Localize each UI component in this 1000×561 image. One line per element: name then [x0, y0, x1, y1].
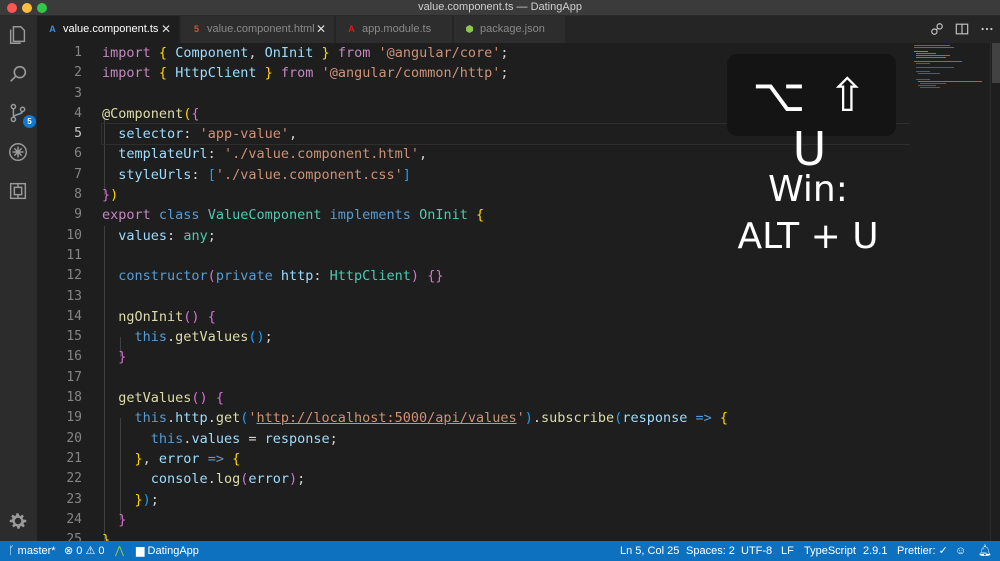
code-line: getValues() { [118, 390, 224, 407]
indentation-setting[interactable]: Spaces: 2 [686, 541, 735, 561]
code-line: ngOnInit() { [118, 308, 216, 325]
line-number: 16 [66, 349, 82, 365]
extensions-icon[interactable] [7, 180, 31, 204]
code-line: } [118, 349, 127, 366]
scrollbar-thumb[interactable] [992, 43, 1000, 83]
line-number: 9 [74, 207, 82, 223]
tab-value-component-html[interactable]: 5 value.component.html ✕ [181, 16, 335, 43]
error-count: 0 [76, 545, 83, 557]
typescript-version[interactable]: 2.9.1 [863, 541, 887, 561]
feedback-icon[interactable]: ☺ [955, 541, 966, 561]
source-control-icon[interactable]: 5 [7, 102, 36, 128]
tab-label: value.component.ts [63, 23, 159, 35]
shortcut-overlay: ⌥ ⇧ U [727, 54, 896, 176]
tab-label: app.module.ts [362, 23, 432, 35]
settings-gear-icon[interactable] [7, 510, 31, 534]
split-editor-icon[interactable] [955, 22, 969, 36]
line-number: 14 [66, 308, 82, 324]
folder-indicator[interactable]: ▆ DatingApp [136, 541, 199, 561]
line-number: 8 [74, 187, 82, 203]
line-number: 1 [74, 45, 82, 60]
line-number-gutter: 1 2 3 4 5 6 7 8 9 10 11 12 13 14 15 16 17 18 19 20 21 22 23 24 2… [37, 43, 87, 541]
html5-icon: 5 [193, 24, 199, 34]
code-line: console.log(error); [150, 471, 306, 488]
warning-count: 0 [98, 545, 105, 557]
debug-icon[interactable] [7, 141, 31, 165]
prettier-status[interactable]: Prettier: ✓ [897, 541, 948, 561]
window-title: value.component.ts — DatingApp [418, 1, 582, 13]
code-editor[interactable]: 1 2 3 4 5 6 7 8 9 10 11 12 13 14 15 16 17 18 19 20 21 22 23 24 2… [37, 43, 910, 541]
source-control-badge: 5 [23, 115, 36, 128]
tab-label: package.json [480, 23, 545, 35]
line-number: 11 [66, 247, 82, 263]
more-actions-icon[interactable] [980, 22, 994, 36]
activity-bar: 5 [0, 16, 37, 541]
tab-app-module-ts[interactable]: A app.module.ts [336, 16, 453, 43]
eol-setting[interactable]: LF [781, 541, 794, 561]
encoding-setting[interactable]: UTF-8 [741, 541, 772, 561]
line-number: 2 [74, 65, 82, 81]
editor-tab-bar: A value.component.ts ✕ 5 value.component… [37, 16, 1000, 43]
line-number: 15 [66, 329, 82, 345]
line-number: 5 [74, 126, 82, 142]
line-number: 18 [66, 390, 82, 406]
code-line: this.getValues(); [134, 329, 273, 346]
title-bar: value.component.ts — DatingApp [0, 0, 1000, 16]
line-number: 3 [74, 85, 82, 101]
code-line: constructor(private http: HttpClient) {} [118, 268, 444, 285]
code-line: }); [134, 491, 159, 508]
live-share-icon[interactable]: ⋀ [115, 541, 124, 561]
line-number: 24 [66, 511, 82, 527]
warning-icon: ⚠ [85, 545, 96, 557]
angular-icon: A [49, 24, 56, 34]
windows-shortcut-keys: ALT + U [737, 216, 879, 257]
error-icon: ⊗ [64, 545, 74, 557]
language-mode[interactable]: TypeScript [804, 541, 856, 561]
explorer-icon[interactable] [7, 24, 31, 48]
code-line: this.http.get('http://localhost:5000/api… [134, 410, 729, 427]
windows-shortcut-label: Win: [768, 169, 848, 210]
code-line: } [102, 532, 111, 541]
line-number: 23 [66, 491, 82, 507]
tab-label: value.component.html [207, 23, 315, 35]
line-number: 4 [74, 105, 82, 121]
branch-indicator[interactable]: ᚴ master* [8, 541, 56, 561]
line-number: 22 [66, 471, 82, 487]
line-number: 10 [66, 227, 82, 243]
tab-value-component-ts[interactable]: A value.component.ts ✕ [37, 16, 180, 43]
problems-indicator[interactable]: ⊗ 0 ⚠ 0 [64, 541, 105, 561]
line-number: 12 [66, 268, 82, 284]
line-number: 25 [66, 532, 82, 541]
angular-icon: A [348, 24, 355, 34]
code-line: } [118, 511, 127, 528]
mac-shortcut-keys: ⌥ ⇧ U [752, 68, 871, 176]
nodejs-icon: ⬢ [465, 24, 474, 34]
close-tab-icon[interactable]: ✕ [161, 16, 171, 43]
cursor-position[interactable]: Ln 5, Col 25 [620, 541, 679, 561]
tab-package-json[interactable]: ⬢ package.json [454, 16, 566, 43]
vertical-scrollbar[interactable] [990, 43, 1000, 541]
line-number: 21 [66, 450, 82, 466]
branch-name: master* [17, 545, 56, 557]
line-number: 6 [74, 146, 82, 162]
open-changes-icon[interactable] [930, 22, 944, 36]
line-number: 7 [74, 166, 82, 182]
search-icon[interactable] [7, 63, 31, 87]
code-line: this.values = response; [150, 430, 338, 447]
notifications-bell-icon[interactable]: 🔔︎ [978, 541, 992, 561]
folder-name: DatingApp [147, 545, 199, 557]
line-number: 20 [66, 430, 82, 446]
folder-icon: ▆ [136, 545, 145, 557]
close-tab-icon[interactable]: ✕ [316, 16, 326, 43]
windows-shortcut-text: Win: ALT + U [713, 166, 903, 260]
status-bar: ᚴ master* ⊗ 0 ⚠ 0 ⋀ ▆ DatingApp Ln 5, Co… [0, 541, 1000, 561]
line-number: 13 [66, 288, 82, 304]
code-line: }, error => { [134, 450, 241, 467]
line-number: 19 [66, 410, 82, 426]
git-branch-icon: ᚴ [8, 545, 15, 557]
minimap[interactable] [910, 43, 990, 541]
line-number: 17 [66, 369, 82, 385]
